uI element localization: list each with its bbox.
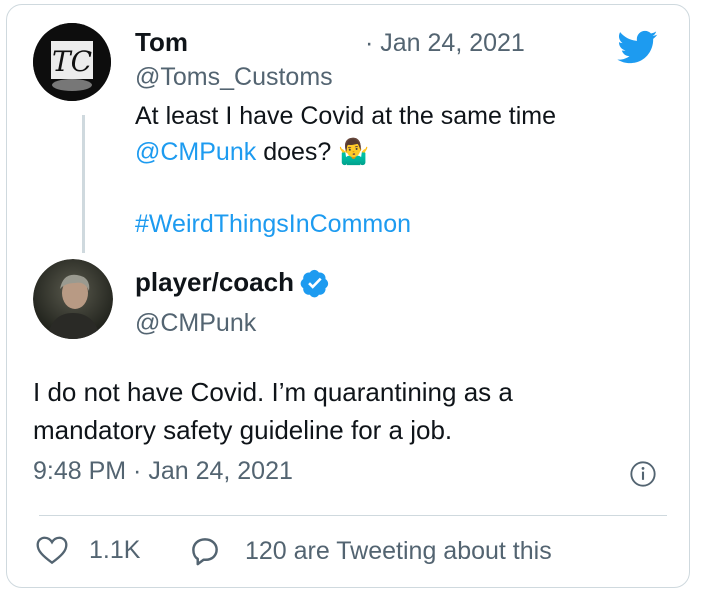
tom-avatar-logo: TC [33,23,111,101]
like-action[interactable]: 1.1K [35,535,140,565]
cmpunk-tweet-line-1: I do not have Covid. I’m quarantining as… [33,377,513,407]
heart-icon[interactable] [35,535,69,565]
shrug-emoji: 🤷‍♂️ [338,138,370,166]
info-icon[interactable] [629,460,657,488]
tom-tweet-line-2: @CMPunk does? 🤷‍♂️ [135,134,675,170]
cmpunk-avatar-photo [33,259,113,339]
tom-tweet-blank-line [135,170,675,206]
tom-tweet-date[interactable]: · Jan 24, 2021 [365,29,525,58]
twitter-bird-icon[interactable] [615,27,661,67]
tom-tweet-line-1: At least I have Covid at the same time [135,102,557,130]
tom-handle[interactable]: @Toms_Customs [135,63,333,92]
tom-display-name[interactable]: Tom [135,27,188,58]
cmpunk-handle[interactable]: @CMPunk [135,309,256,338]
tweet-embed-card: TC Tom @Toms_Customs · Jan 24, 2021 At l… [6,4,690,588]
tom-avatar[interactable]: TC [33,23,111,101]
thread-connector-line [82,115,85,253]
svg-text:TC: TC [52,45,92,78]
tom-tweet-text: At least I have Covid at the same time @… [135,98,675,242]
tweeting-about-text[interactable]: 120 are Tweeting about this [245,537,552,566]
action-divider [39,515,667,516]
cmpunk-tweet-text: I do not have Covid. I’m quarantining as… [33,373,673,449]
cmpunk-display-name[interactable]: player/coach [135,267,294,298]
like-count[interactable]: 1.1K [89,536,140,565]
cmpunk-avatar[interactable] [33,259,113,339]
tom-tweet-line-2-rest: does? [256,138,332,166]
cmpunk-name-row: player/coach [135,267,330,298]
reply-bubble-icon[interactable] [187,535,223,567]
cmpunk-tweet-line-2: mandatory safety guideline for a job. [33,415,453,445]
reply-timestamp[interactable]: 9:48 PM · Jan 24, 2021 [33,457,293,486]
verified-badge-icon [300,268,330,298]
conversation-action[interactable]: 120 are Tweeting about this [187,535,552,567]
hashtag-link[interactable]: #WeirdThingsInCommon [135,206,675,242]
cmpunk-mention-link[interactable]: @CMPunk [135,138,256,166]
